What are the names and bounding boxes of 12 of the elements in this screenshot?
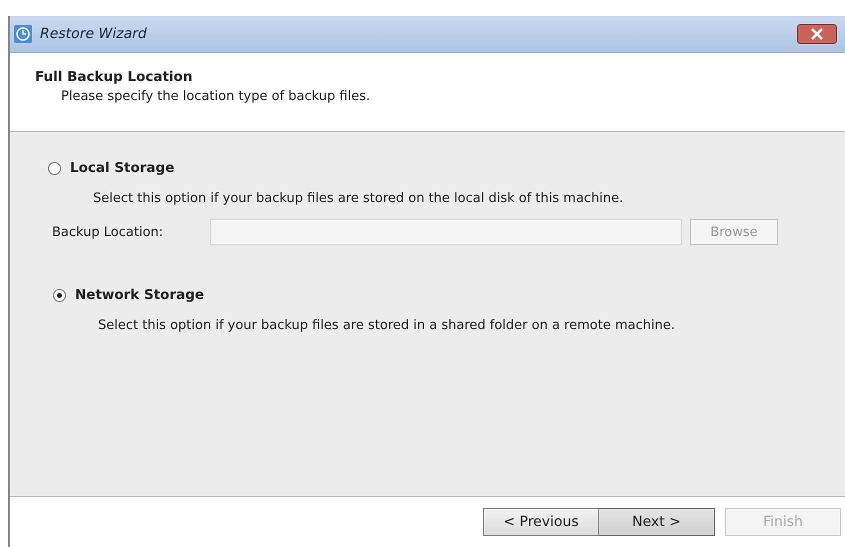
field-label: Backup Location: [52, 224, 164, 240]
radio-option[interactable]: Network Storage [53, 287, 845, 303]
option-description: Select this option if your backup files are stored on the local disk of this machine. [93, 190, 624, 208]
window-title: Restore Wizard [40, 26, 147, 42]
clock-icon [14, 25, 32, 43]
radio-option[interactable]: Local Storage [48, 160, 845, 176]
wizard-button[interactable]: < Previous [483, 508, 599, 536]
close-icon[interactable] [797, 24, 837, 44]
option-description: Select this option if your backup files are stored in a shared folder on a remote machine. [98, 317, 676, 335]
wizard-button[interactable]: Next > [599, 508, 715, 536]
page-subtitle: Please specify the location type of backup files. [61, 89, 372, 104]
page-title: Full Backup Location [35, 69, 194, 85]
